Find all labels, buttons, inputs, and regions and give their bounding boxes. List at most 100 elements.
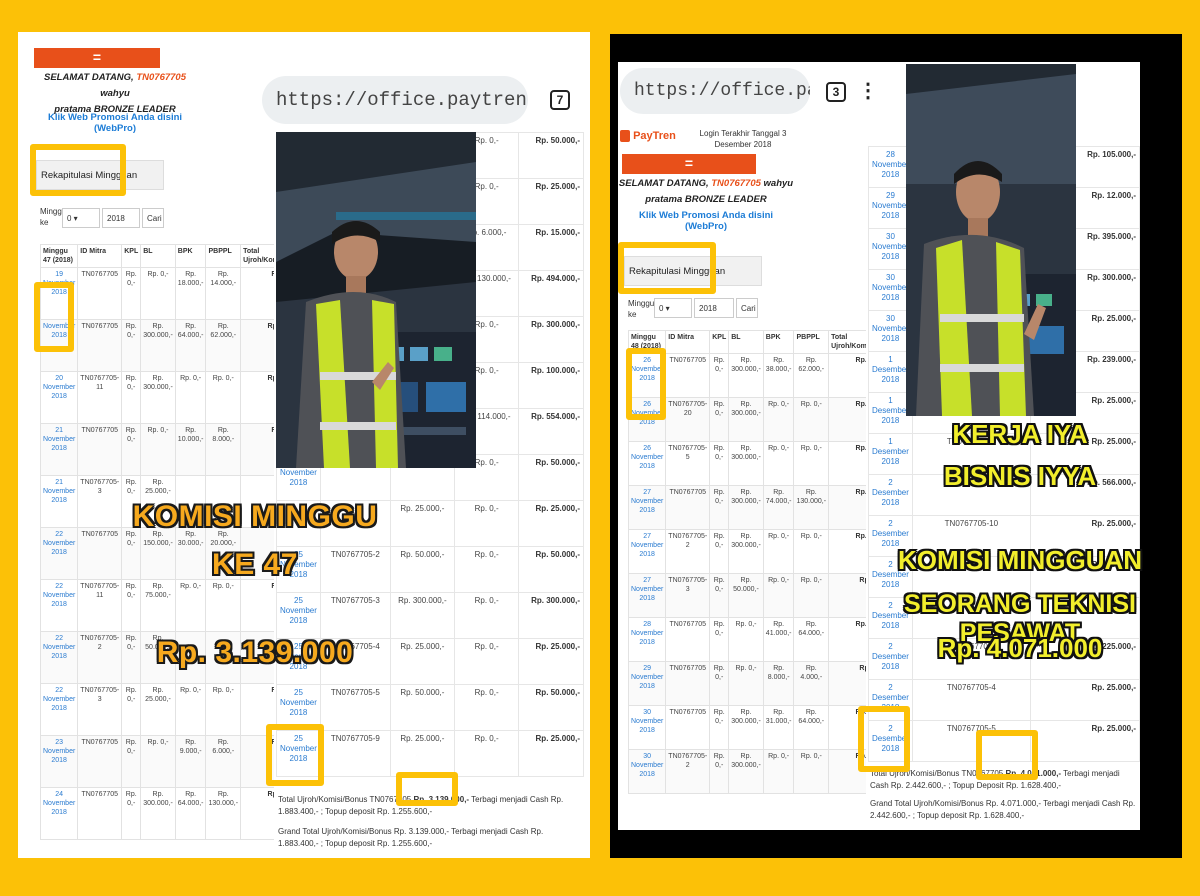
table-cell: Rp. 300.000,- — [728, 705, 764, 750]
table-cell: TN0767705-5 — [319, 684, 391, 731]
date-link[interactable]: 29 November 2018 — [627, 661, 667, 706]
date-link[interactable]: 20 November 2018 — [39, 371, 79, 424]
table-cell: Rp. 25.000,- — [389, 638, 456, 685]
date-link[interactable]: 22 November 2018 — [39, 631, 79, 684]
table-cell: Rp. 0,- — [793, 749, 830, 794]
date-link[interactable]: 21 November 2018 — [39, 423, 79, 476]
date-link[interactable]: 22 November 2018 — [39, 527, 79, 580]
table-row: 26 November 2018 TN0767705 Rp. 0,- Rp. 300.… — [627, 353, 902, 398]
date-link[interactable]: 22 November 2018 — [39, 579, 79, 632]
table-cell: Rp. 0,- — [709, 617, 730, 662]
table-cell: TN0767705-3 — [319, 592, 391, 639]
table-cell: Rp. 0,- — [121, 267, 142, 320]
table-cell: Rp. 8.000,- — [762, 661, 795, 706]
column-header: ID Mitra — [77, 244, 123, 268]
table-cell: Rp. 0,- — [793, 529, 830, 574]
date-link[interactable]: 27 November 2018 — [627, 573, 667, 618]
table-cell: Rp. 62.000,- — [205, 319, 242, 372]
overlay-amount-right: Rp. 4.071.000 — [937, 633, 1103, 663]
table-row: 19 November 2018 TN0767705 Rp. 0,- Rp. 0,- R… — [39, 267, 314, 320]
column-header: BPK — [174, 244, 207, 268]
tab-count-button[interactable]: 7 — [550, 90, 570, 110]
search-button[interactable]: Cari — [142, 208, 164, 228]
table-cell: Rp. 0,- — [728, 617, 764, 662]
table-cell: Rp. 6.000,- — [205, 735, 242, 788]
date-link[interactable]: 23 November 2018 — [39, 735, 79, 788]
table-cell: Rp. 0,- — [762, 749, 795, 794]
column-header: PBPPL — [205, 244, 242, 268]
table-cell: Rp. 18.000,- — [174, 267, 207, 320]
table-cell: Rp. 64.000,- — [793, 617, 830, 662]
table-cell: Rp. 64.000,- — [174, 787, 207, 840]
week-select[interactable]: 0 ▾ — [62, 208, 100, 228]
date-link[interactable]: 24 November 2018 — [39, 787, 79, 840]
table-cell: Rp. 0,- — [454, 500, 520, 547]
date-link[interactable]: 22 November 2018 — [39, 683, 79, 736]
table-cell: Rp. 0,- — [762, 441, 795, 486]
table-row: 27 November 2018 TN0767705-2 Rp. 0,- Rp. 30… — [627, 529, 902, 574]
address-bar[interactable]: https://office.paytren.co.id/ir — [262, 76, 528, 124]
table-cell: TN0767705 — [665, 705, 711, 750]
table-cell: Rp. 300.000,- — [140, 319, 176, 372]
webpro-link-right[interactable]: Klik Web Promosi Anda disini (WebPro) — [618, 210, 794, 232]
grand-total-right: Grand Total Ujroh/Komisi/Bonus Rp. 4.071… — [870, 799, 1136, 820]
table-cell: Rp. 0,- — [121, 631, 142, 684]
date-link[interactable]: 28 November 2018 — [627, 617, 667, 662]
table-cell: TN0767705-2 — [665, 749, 711, 794]
highlight-rekap-right — [618, 242, 716, 294]
total-cell: Rp. 25.000,- — [1029, 679, 1141, 721]
table-cell: Rp. 0,- — [709, 485, 730, 530]
more-menu-icon[interactable]: ⋮ — [858, 78, 878, 103]
table-cell: TN0767705 — [665, 353, 711, 398]
date-link[interactable]: 30 November 2018 — [627, 705, 667, 750]
search-button-right[interactable]: Cari — [736, 298, 758, 318]
paytren-logo: PayTren — [620, 130, 676, 143]
table-cell: Rp. 14.000,- — [205, 267, 242, 320]
year-input[interactable]: 2018 — [102, 208, 140, 228]
table-cell: Rp. 0,- — [709, 441, 730, 486]
menu-toggle-button[interactable]: = — [34, 48, 160, 68]
table-cell: Rp. 0,- — [762, 397, 795, 442]
date-link[interactable]: 21 November 2018 — [39, 475, 79, 528]
highlight-last-date-right — [858, 706, 910, 772]
date-link[interactable]: 26 November 2018 — [627, 441, 667, 486]
date-link[interactable]: 27 November 2018 — [627, 529, 667, 574]
date-link[interactable]: 27 November 2018 — [627, 485, 667, 530]
table-cell: Rp. 300.000,- — [389, 592, 456, 639]
table-cell: Rp. 300.000,- — [728, 749, 764, 794]
table-cell: TN0767705-3 — [665, 573, 711, 618]
table-row: 26 November 2018 TN0767705-5 Rp. 0,- Rp. 30… — [627, 441, 902, 486]
highlight-total-value — [396, 772, 458, 806]
table-cell: Rp. 130.000,- — [793, 485, 830, 530]
table-cell: Rp. 0,- — [205, 579, 242, 632]
table-cell: TN0767705-11 — [77, 371, 123, 424]
table-cell: Rp. 300.000,- — [728, 353, 764, 398]
table-cell: Rp. 0,- — [762, 529, 795, 574]
address-bar-right[interactable]: https://office.paytren.co.id/ir — [620, 68, 810, 114]
menu-toggle-button-right[interactable]: = — [622, 154, 756, 174]
date-link[interactable]: 25 November 2018 — [276, 592, 321, 639]
table-cell: Rp. 74.000,- — [762, 485, 795, 530]
year-input-right[interactable]: 2018 — [694, 298, 734, 318]
table-cell: Rp. 0,- — [140, 267, 176, 320]
table-cell: Rp. 25.000,- — [140, 683, 176, 736]
total-cell: Rp. 25.000,- — [1029, 720, 1141, 762]
tab-count-button-right[interactable]: 3 — [826, 82, 846, 102]
table-cell: Rp. 0,- — [140, 423, 176, 476]
webpro-link[interactable]: Klik Web Promosi Anda disini (WebPro) — [30, 112, 200, 134]
total-cell: Rp. 494.000,- — [518, 270, 584, 317]
table-row: 27 November 2018 TN0767705-3 Rp. 0,- Rp. 50… — [627, 573, 902, 618]
welcome-text: SELAMAT DATANG, TN0767705 wahyu pratama B… — [43, 72, 186, 115]
date-link[interactable]: 30 November 2018 — [627, 749, 667, 794]
table-cell: Rp. 0,- — [709, 397, 730, 442]
total-cell: Rp. 300.000,- — [518, 316, 584, 363]
table-row: 25 November 2018 TN0767705-3 Rp. 300.000,-… — [276, 592, 584, 639]
welcome-text-right: SELAMAT DATANG, TN0767705 wahyu pratama B… — [618, 178, 794, 205]
table-cell: Rp. 64.000,- — [174, 319, 207, 372]
table-cell: Rp. 62.000,- — [793, 353, 830, 398]
table-cell: TN0767705 — [665, 617, 711, 662]
table-cell: Rp. 0,- — [205, 371, 242, 424]
week-select-right[interactable]: 0 ▾ — [654, 298, 692, 318]
highlight-first-date — [34, 282, 74, 352]
left-page-column: = SELAMAT DATANG, TN0767705 wahyu pratama… — [30, 46, 314, 852]
